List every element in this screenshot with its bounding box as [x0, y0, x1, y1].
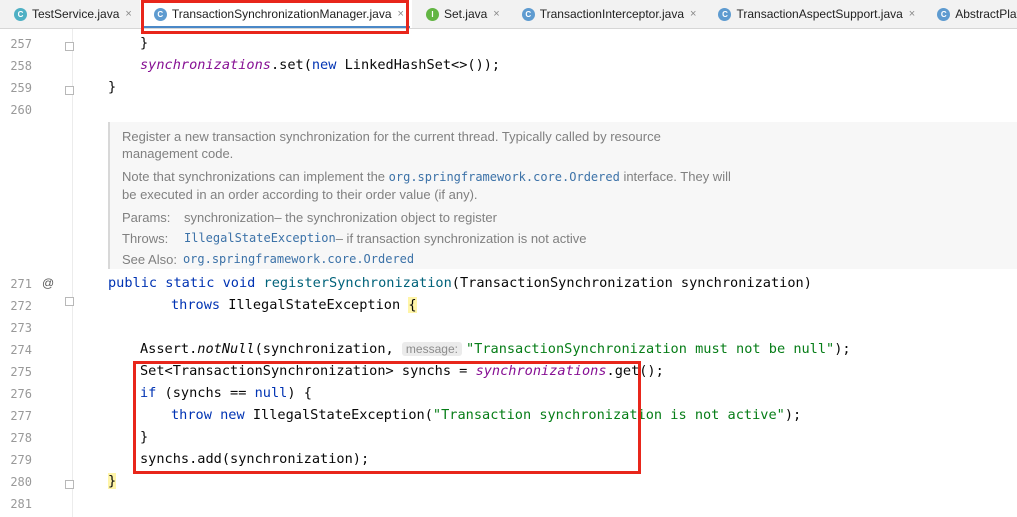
interface-icon: I — [425, 7, 439, 21]
doc-link-see-also[interactable]: org.springframework.core.Ordered — [183, 251, 414, 268]
method-name: registerSynchronization — [263, 275, 452, 291]
code-line-259[interactable]: } — [108, 79, 116, 95]
brace-highlight: { — [408, 297, 417, 313]
class-icon: C — [937, 7, 951, 21]
code-line-275[interactable]: Set<TransactionSynchronization> synchs =… — [140, 363, 664, 379]
code-text: .set( — [270, 57, 312, 73]
gutter-divider — [72, 29, 73, 517]
code-text: LinkedHashSet<>()); — [336, 57, 501, 73]
tab-label: TransactionAspectSupport.java — [736, 7, 903, 21]
class-icon: C — [718, 7, 732, 21]
line-number: 271 — [10, 277, 32, 291]
close-icon[interactable]: × — [493, 8, 499, 20]
code-line-271[interactable]: public static void registerSynchronizati… — [108, 275, 812, 291]
close-icon[interactable]: × — [125, 8, 131, 20]
tab-label: TransactionSynchronizationManager.java — [171, 7, 392, 21]
class-icon: C — [14, 7, 27, 21]
keyword: new — [311, 57, 337, 73]
code-line-257[interactable]: } — [140, 35, 148, 51]
fold-marker-icon[interactable] — [65, 480, 74, 489]
tab-testservice[interactable]: C TestService.java × — [0, 0, 140, 28]
tab-transaction-aspect-support[interactable]: C TransactionAspectSupport.java × — [704, 0, 923, 28]
doc-throws: Throws: IllegalStateException – if trans… — [122, 230, 587, 247]
line-number: 280 — [10, 475, 32, 489]
line-number: 259 — [10, 81, 32, 95]
line-number: 278 — [10, 431, 32, 445]
editor-tab-bar: C TestService.java × C TransactionSynchr… — [0, 0, 1017, 29]
tab-label: Set.java — [443, 7, 488, 21]
code-line-280[interactable]: } — [108, 473, 117, 489]
fold-marker-icon[interactable] — [65, 297, 74, 306]
doc-note: Note that synchronizations can implement… — [122, 169, 731, 202]
line-number: 258 — [10, 59, 32, 73]
code-line-274[interactable]: Assert.notNull(synchronization, message:… — [140, 341, 851, 357]
class-icon: C — [153, 7, 167, 21]
line-number: 260 — [10, 103, 32, 117]
tab-label: TransactionInterceptor.java — [539, 7, 685, 21]
line-number: 274 — [10, 343, 32, 357]
doc-params: Params: synchronization – the synchroniz… — [122, 210, 497, 225]
override-marker-icon[interactable]: @ — [42, 276, 54, 290]
tab-label: TestService.java — [32, 7, 120, 21]
line-number: 272 — [10, 299, 32, 313]
field-reference: synchronizations — [140, 57, 271, 73]
rendered-javadoc[interactable]: Register a new transaction synchronizati… — [108, 122, 1017, 269]
tab-abstract-platform[interactable]: C AbstractPlatform — [923, 0, 1017, 28]
fold-marker-icon[interactable] — [65, 86, 74, 95]
tab-set[interactable]: I Set.java × — [412, 0, 508, 28]
code-line-272[interactable]: throws IllegalStateException { — [171, 297, 417, 313]
close-icon[interactable]: × — [909, 8, 915, 20]
code-line-277[interactable]: throw new IllegalStateException("Transac… — [171, 407, 801, 423]
fold-marker-icon[interactable] — [65, 42, 74, 51]
code-line-276[interactable]: if (synchs == null) { — [140, 385, 312, 401]
class-icon: C — [521, 7, 535, 21]
close-icon[interactable]: × — [398, 8, 404, 20]
tab-transaction-interceptor[interactable]: C TransactionInterceptor.java × — [508, 0, 705, 28]
close-icon[interactable]: × — [690, 8, 696, 20]
line-number: 257 — [10, 37, 32, 51]
doc-link-ordered[interactable]: org.springframework.core.Ordered — [389, 170, 620, 184]
parameter-hint: message: — [401, 342, 462, 356]
line-number: 273 — [10, 321, 32, 335]
code-line-279[interactable]: synchs.add(synchronization); — [140, 451, 369, 467]
line-number: 276 — [10, 387, 32, 401]
doc-summary: Register a new transaction synchronizati… — [122, 129, 661, 161]
code-line-278[interactable]: } — [140, 429, 148, 445]
line-number: 279 — [10, 453, 32, 467]
line-number: 281 — [10, 497, 32, 511]
line-number: 277 — [10, 409, 32, 423]
code-line-258[interactable]: synchronizations.set(new LinkedHashSet<>… — [140, 57, 500, 73]
line-number: 275 — [10, 365, 32, 379]
tab-transaction-synchronization-manager[interactable]: C TransactionSynchronizationManager.java… — [139, 0, 412, 28]
doc-link-exception[interactable]: IllegalStateException — [184, 230, 336, 247]
tab-label: AbstractPlatform — [955, 7, 1017, 21]
doc-see-also: See Also: org.springframework.core.Order… — [122, 251, 415, 268]
